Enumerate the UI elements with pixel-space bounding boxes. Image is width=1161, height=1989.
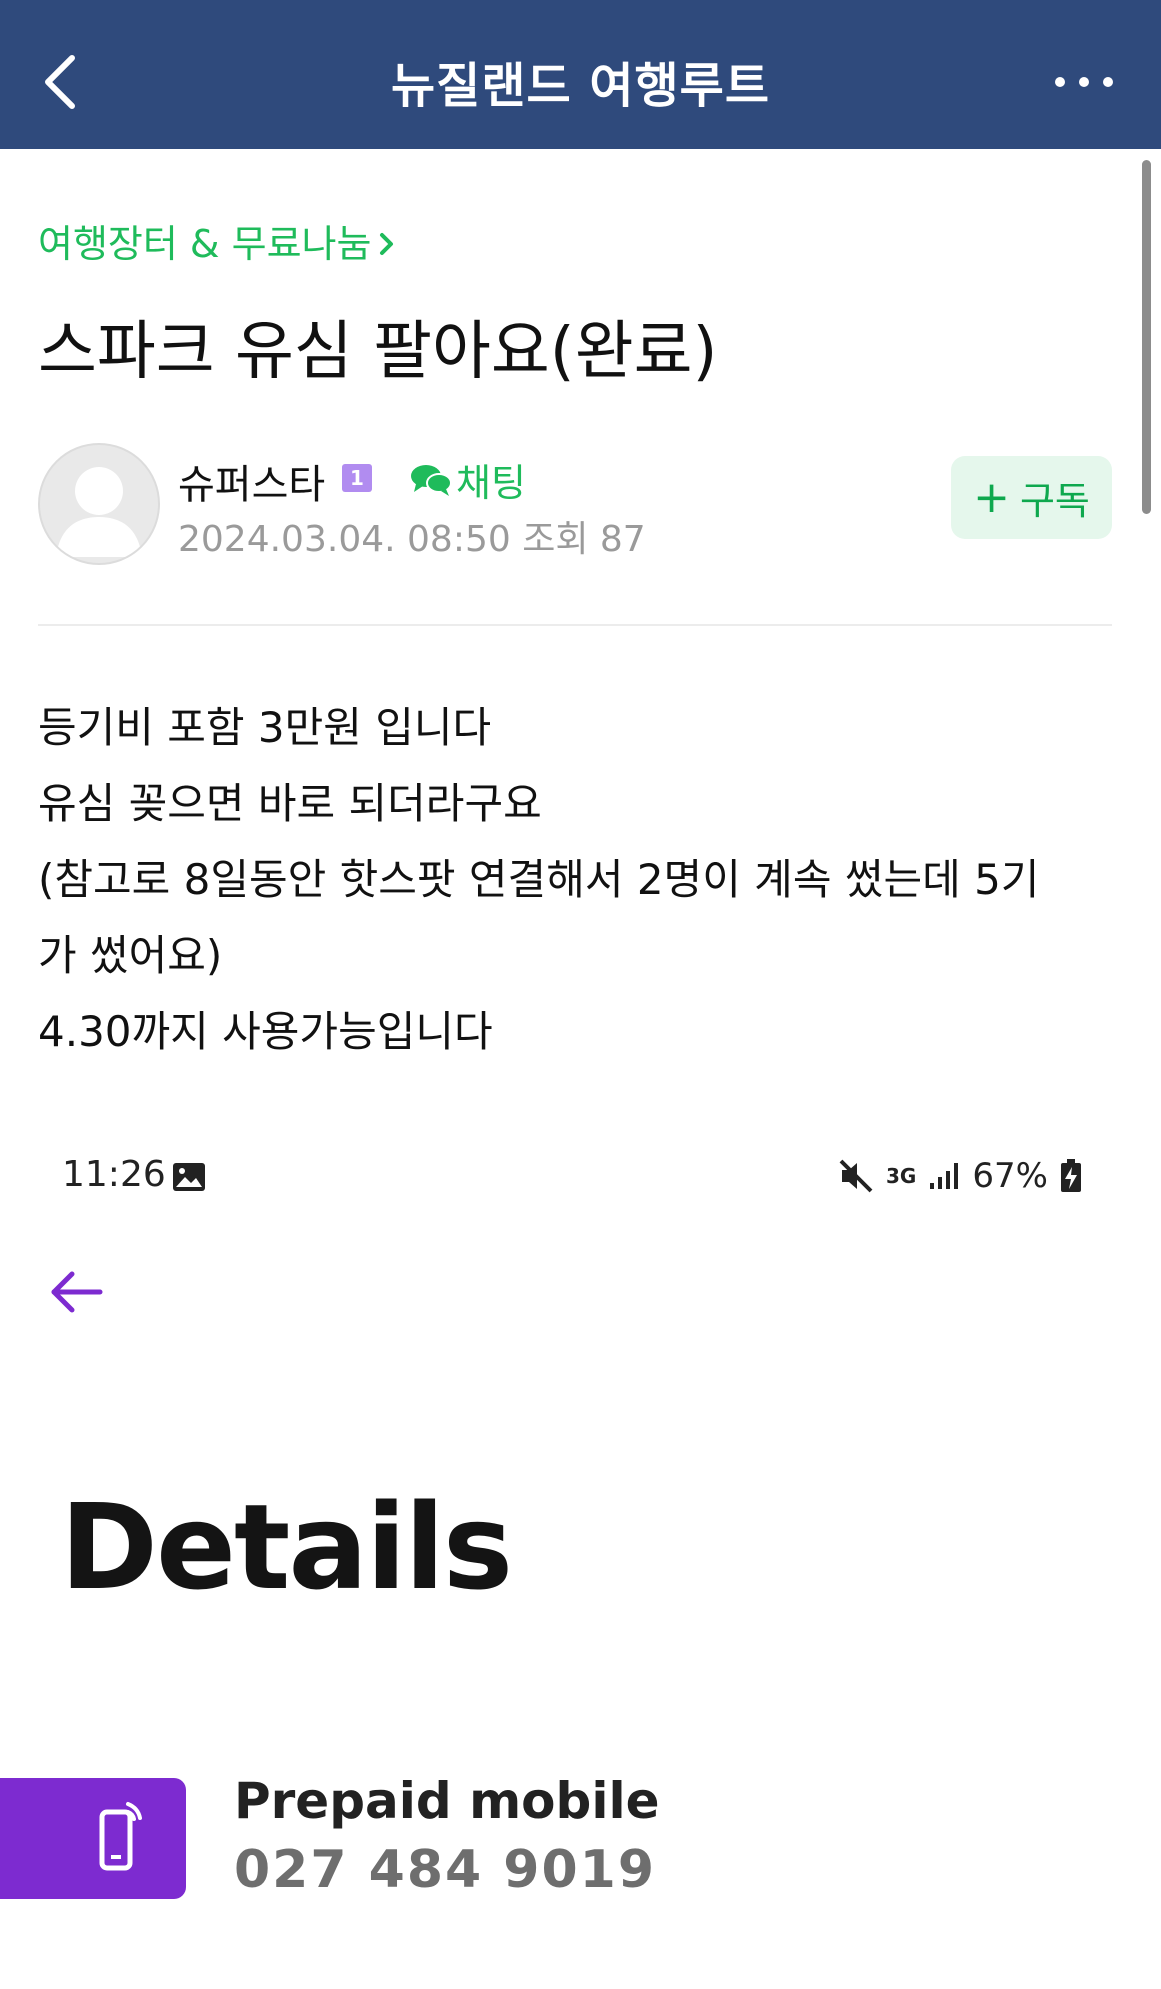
chat-button[interactable]: 채팅	[410, 452, 526, 507]
scrollbar[interactable]	[1142, 160, 1151, 514]
body-line: 등기비 포함 3만원 입니다	[38, 703, 492, 752]
plan-icon-block	[0, 1778, 186, 1899]
subscribe-label: 구독	[1019, 479, 1090, 523]
plus-icon: +	[973, 471, 1010, 523]
status-bar-icons: 3G 67%	[838, 1154, 1082, 1198]
post-body: 등기비 포함 3만원 입니다 유심 꽂으면 바로 되더라구요 (참고로 8일동안…	[38, 690, 1118, 1070]
mute-icon	[839, 1159, 873, 1193]
back-arrow-icon[interactable]	[48, 1268, 104, 1320]
divider	[38, 624, 1112, 626]
default-user-icon	[56, 467, 142, 557]
body-line: 유심 꽂으면 바로 되더라구요	[38, 779, 542, 828]
chat-bubbles-icon	[411, 464, 452, 496]
plan-label: Prepaid mobile	[234, 1772, 660, 1830]
details-heading: Details	[60, 1478, 513, 1616]
body-line: 가 썼어요)	[38, 931, 223, 980]
signal-icon	[930, 1163, 959, 1189]
battery-charging-icon	[1060, 1159, 1081, 1192]
chevron-right-icon	[379, 222, 395, 266]
mobile-phone-icon	[98, 1800, 144, 1878]
attached-screenshot[interactable]: 11:26 3G 67% Details Prepaid mobile 027 …	[0, 1110, 1161, 1989]
top-navigation-bar: 뉴질랜드 여행루트	[0, 0, 1161, 149]
avatar[interactable]	[38, 443, 160, 565]
post-meta: 2024.03.04. 08:50 조회 87	[178, 510, 646, 562]
post-date: 2024.03.04. 08:50	[178, 519, 511, 560]
body-line: (참고로 8일동안 핫스팟 연결해서 2명이 계속 썼는데 5기	[38, 855, 1040, 904]
subscribe-button[interactable]: + 구독	[951, 456, 1112, 539]
author-name[interactable]: 슈퍼스타	[178, 452, 325, 510]
battery-percent: 67%	[972, 1156, 1048, 1196]
category-link[interactable]: 여행장터 & 무료나눔	[38, 213, 395, 268]
post-title: 스파크 유심 팔아요(완료)	[38, 315, 718, 389]
view-count: 조회 87	[522, 519, 646, 560]
chat-label: 채팅	[456, 461, 526, 505]
gallery-image-icon	[172, 1162, 206, 1196]
status-time: 11:26	[62, 1154, 166, 1195]
network-type: 3G	[886, 1164, 917, 1188]
category-label: 여행장터 & 무료나눔	[38, 222, 372, 266]
body-line: 4.30까지 사용가능입니다	[38, 1007, 493, 1056]
more-options-button[interactable]	[1054, 70, 1114, 94]
page-title: 뉴질랜드 여행루트	[391, 58, 770, 114]
phone-number: 027 484 9019	[234, 1840, 657, 1900]
level-badge: 1	[342, 464, 372, 492]
more-dots-icon	[1055, 77, 1113, 87]
